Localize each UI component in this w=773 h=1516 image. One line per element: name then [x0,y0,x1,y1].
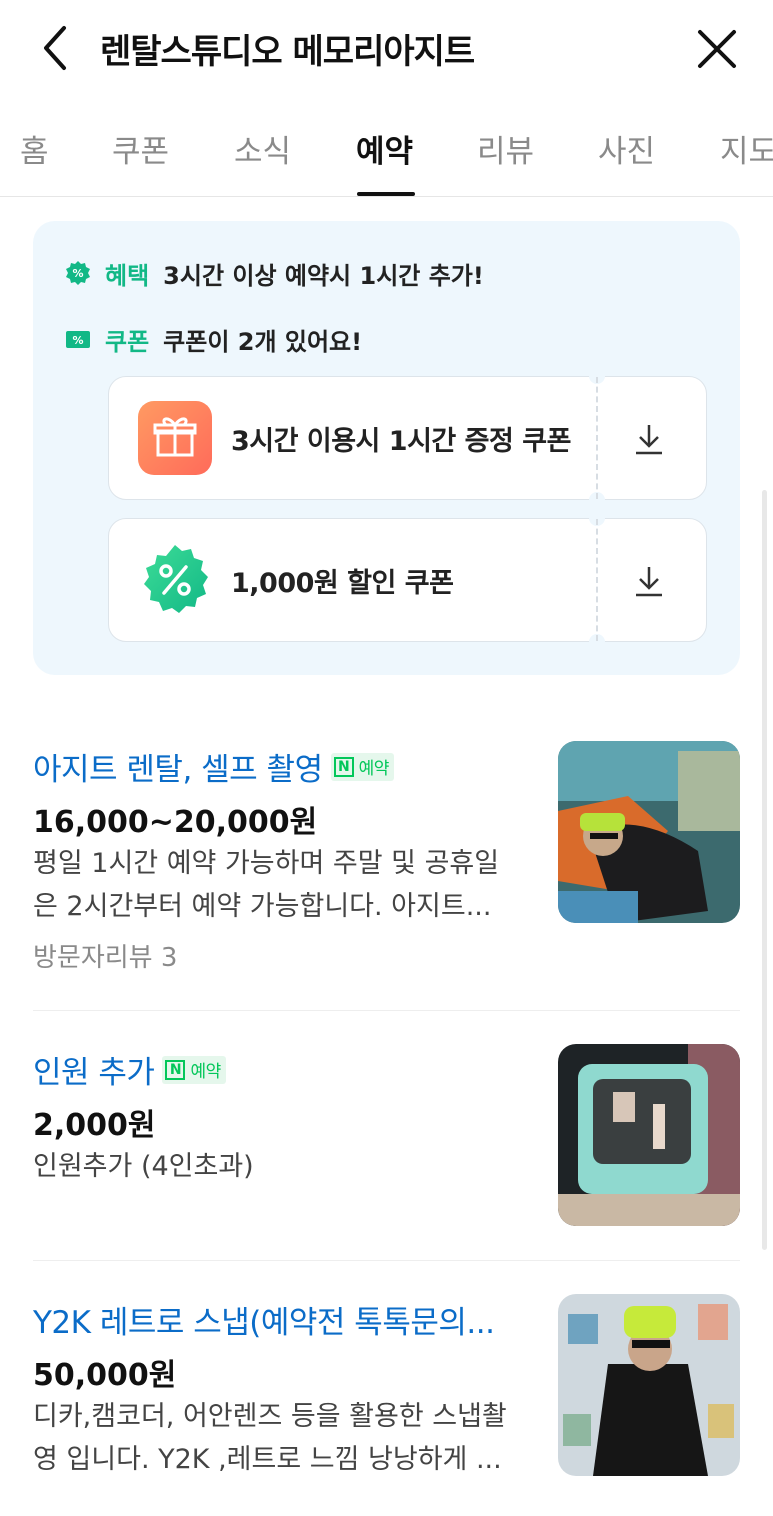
product-name-row: 인원 추가 N 예약 [33,1047,226,1092]
description-line: 디카,캠코더, 어안렌즈 등을 활용한 스냅촬 [33,1401,507,1432]
coupon-name: 1,000원 할인 쿠폰 [231,568,454,599]
product-name-row: 아지트 렌탈, 셀프 촬영 N 예약 [33,744,394,789]
gift-icon [138,401,212,475]
app-header: 렌탈스튜디오 메모리아지트 [0,0,773,96]
close-icon[interactable] [692,24,742,74]
description-line: 영 입니다. Y2K ,레트로 느낌 낭낭하게 ... [33,1444,502,1475]
coupon-ticket-icon: % [66,331,90,348]
tab-review[interactable]: 리뷰 [477,126,534,171]
tab-bar: 홈 쿠폰 소식 예약 리뷰 사진 지도 [0,100,773,197]
divider [33,1010,740,1011]
coupon-divider [596,519,598,641]
product-price: 2,000원 [33,1108,156,1143]
reservation-badge-label: 예약 [190,1062,221,1082]
divider [33,1260,740,1261]
product-name[interactable]: 인원 추가 [33,1047,155,1092]
percent-badge-icon [138,543,212,617]
product-thumbnail[interactable] [558,1294,740,1476]
download-icon[interactable] [631,421,667,457]
coupon-divider [596,377,598,499]
coupon-label: 쿠폰 [105,327,150,356]
visitor-review-count[interactable]: 방문자리뷰 3 [33,937,177,974]
product-thumbnail[interactable] [558,1044,740,1226]
description-line: 은 2시간부터 예약 가능합니다. 아지트... [33,891,492,922]
product-name[interactable]: Y2K 레트로 스냅(예약전 톡톡문의... [33,1297,495,1342]
benefit-row: % 혜택 3시간 이상 예약시 1시간 추가! [65,255,484,291]
product-description: 디카,캠코더, 어안렌즈 등을 활용한 스냅촬 영 입니다. Y2K ,레트로 … [33,1395,518,1481]
tab-map[interactable]: 지도 [720,126,773,171]
description-line: 평일 1시간 예약 가능하며 주말 및 공휴일 [33,848,500,879]
download-icon[interactable] [631,563,667,599]
tab-news[interactable]: 소식 [234,126,291,171]
benefit-panel: % 혜택 3시간 이상 예약시 1시간 추가! % 쿠폰 쿠폰이 2개 있어요!… [33,221,740,675]
reservation-badge: N 예약 [330,752,394,781]
tab-coupon[interactable]: 쿠폰 [112,126,169,171]
product-thumbnail[interactable] [558,741,740,923]
description-line: 인원추가 (4인초과) [33,1151,254,1182]
tab-home[interactable]: 홈 [20,126,49,171]
active-tab-indicator [357,192,415,196]
product-name-row: Y2K 레트로 스냅(예약전 톡톡문의... [33,1297,495,1342]
page-title: 렌탈스튜디오 메모리아지트 [100,32,475,72]
product-description: 평일 1시간 예약 가능하며 주말 및 공휴일 은 2시간부터 예약 가능합니다… [33,842,518,928]
coupon-count-text: 쿠폰이 2개 있어요! [163,327,363,356]
coupon-row: % 쿠폰 쿠폰이 2개 있어요! [65,321,362,357]
scrollbar[interactable] [762,490,767,1250]
svg-text:%: % [72,334,83,347]
coupon-card[interactable]: 1,000원 할인 쿠폰 [108,510,707,650]
svg-text:%: % [72,267,83,280]
coupon-name: 3시간 이용시 1시간 증정 쿠폰 [231,426,571,457]
product-name[interactable]: 아지트 렌탈, 셀프 촬영 [33,744,323,789]
product-description: 인원추가 (4인초과) [33,1145,518,1188]
benefit-label: 혜택 [105,261,150,290]
tab-photo[interactable]: 사진 [598,126,655,171]
product-price: 50,000원 [33,1358,177,1393]
reservation-badge-label: 예약 [358,759,390,779]
reservation-badge: N 예약 [162,1055,226,1084]
coupon-card[interactable]: 3시간 이용시 1시간 증정 쿠폰 [108,368,707,508]
back-arrow-icon[interactable] [34,22,78,74]
naver-n-icon: N [333,756,354,777]
benefit-text: 3시간 이상 예약시 1시간 추가! [163,261,484,290]
tab-reservation[interactable]: 예약 [356,126,413,171]
benefit-badge-icon: % [66,261,90,285]
product-price: 16,000~20,000원 [33,805,318,840]
naver-n-icon: N [165,1059,186,1080]
